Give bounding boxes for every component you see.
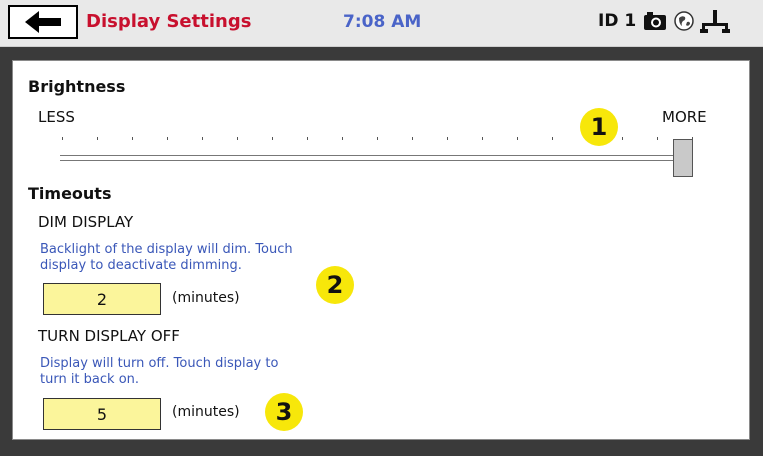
back-button[interactable]	[8, 5, 78, 39]
slider-tick	[167, 137, 168, 140]
turn-display-off-label: TURN DISPLAY OFF	[38, 327, 180, 345]
slider-tick	[552, 137, 553, 140]
callout-marker: 2	[316, 266, 354, 304]
slider-tick	[377, 137, 378, 140]
slider-tick	[447, 137, 448, 140]
dim-display-description-line: Backlight of the display will dim. Touch	[40, 242, 293, 257]
slider-tick	[97, 137, 98, 140]
turn-display-off-description-line: Display will turn off. Touch display to	[40, 356, 279, 371]
camera-icon[interactable]	[643, 10, 667, 36]
off-timeout-field[interactable]: 5	[43, 398, 161, 430]
dim-timeout-field[interactable]: 2	[43, 283, 161, 315]
dim-display-description-line: display to deactivate dimming.	[40, 258, 242, 273]
off-timeout-unit: (minutes)	[172, 404, 240, 420]
slider-tick	[412, 137, 413, 140]
page-title: Display Settings	[86, 11, 252, 32]
back-arrow-icon	[23, 10, 63, 34]
slider-tick	[307, 137, 308, 140]
slider-tick	[517, 137, 518, 140]
globe-icon[interactable]	[673, 10, 695, 36]
slider-tick	[622, 137, 623, 140]
slider-tick	[482, 137, 483, 140]
clock-time: 7:08 AM	[343, 12, 422, 32]
brightness-min-label: LESS	[38, 108, 75, 126]
slider-tick	[62, 137, 63, 140]
dim-display-label: DIM DISPLAY	[38, 213, 134, 231]
slider-tick	[657, 137, 658, 140]
slider-tick	[237, 137, 238, 140]
slider-tick	[202, 137, 203, 140]
slider-tick	[342, 137, 343, 140]
network-icon[interactable]	[700, 10, 730, 40]
slider-tick	[132, 137, 133, 140]
brightness-max-label: MORE	[662, 108, 707, 126]
brightness-slider-track[interactable]	[60, 155, 690, 161]
timeouts-heading: Timeouts	[28, 184, 112, 203]
brightness-heading: Brightness	[28, 77, 126, 96]
dim-timeout-unit: (minutes)	[172, 290, 240, 306]
turn-display-off-description-line: turn it back on.	[40, 372, 140, 387]
top-bar: Display Settings 7:08 AM ID 1	[0, 0, 763, 47]
callout-marker: 3	[265, 393, 303, 431]
device-id-label: ID 1	[598, 11, 637, 31]
slider-tick	[272, 137, 273, 140]
callout-marker: 1	[580, 108, 618, 146]
brightness-slider-thumb[interactable]	[673, 139, 693, 177]
